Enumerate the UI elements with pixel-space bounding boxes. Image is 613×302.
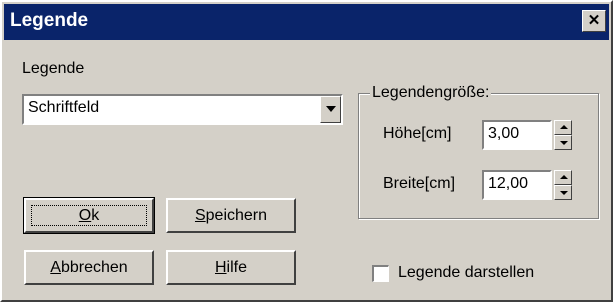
title-bar[interactable]: Legende ✕ bbox=[4, 4, 609, 40]
arrow-up-icon bbox=[560, 125, 568, 129]
height-label: Höhe[cm] bbox=[383, 125, 452, 142]
width-spin-down[interactable] bbox=[554, 185, 572, 200]
height-value: 3,00 bbox=[488, 125, 520, 142]
width-label: Breite[cm] bbox=[383, 175, 456, 192]
size-group bbox=[358, 93, 599, 219]
show-legend-checkbox[interactable] bbox=[372, 265, 389, 282]
cancel-button-label: Abbrechen bbox=[50, 259, 128, 276]
close-button[interactable]: ✕ bbox=[582, 10, 606, 32]
arrow-down-icon bbox=[560, 191, 568, 195]
ok-button[interactable]: Ok bbox=[23, 197, 155, 234]
width-spinner[interactable] bbox=[554, 170, 572, 200]
window-title: Legende bbox=[10, 10, 89, 31]
show-legend-label[interactable]: Legende darstellen bbox=[398, 264, 534, 282]
focus-rect bbox=[31, 205, 147, 226]
legend-select-dropdown-button[interactable] bbox=[320, 96, 341, 123]
cancel-button[interactable]: Abbrechen bbox=[24, 250, 154, 285]
height-spin-down[interactable] bbox=[554, 135, 572, 150]
height-spinner[interactable] bbox=[554, 120, 572, 150]
legend-select-value: Schriftfeld bbox=[28, 99, 100, 116]
help-button[interactable]: Hilfe bbox=[166, 250, 296, 285]
width-input[interactable]: 12,00 bbox=[482, 170, 552, 200]
legend-label: Legende bbox=[22, 60, 85, 77]
close-icon: ✕ bbox=[587, 12, 601, 29]
width-value: 12,00 bbox=[488, 175, 529, 192]
arrow-up-icon bbox=[560, 175, 568, 179]
arrow-down-icon bbox=[560, 141, 568, 145]
chevron-down-icon bbox=[326, 106, 336, 112]
height-input[interactable]: 3,00 bbox=[482, 120, 552, 150]
legend-select[interactable]: Schriftfeld bbox=[22, 94, 343, 125]
save-button[interactable]: Speichern bbox=[166, 198, 296, 233]
help-button-label: Hilfe bbox=[214, 259, 247, 276]
height-spin-up[interactable] bbox=[554, 120, 572, 135]
width-spin-up[interactable] bbox=[554, 170, 572, 185]
size-group-title: Legendengröße: bbox=[370, 84, 492, 102]
save-button-label: Speichern bbox=[194, 207, 268, 224]
